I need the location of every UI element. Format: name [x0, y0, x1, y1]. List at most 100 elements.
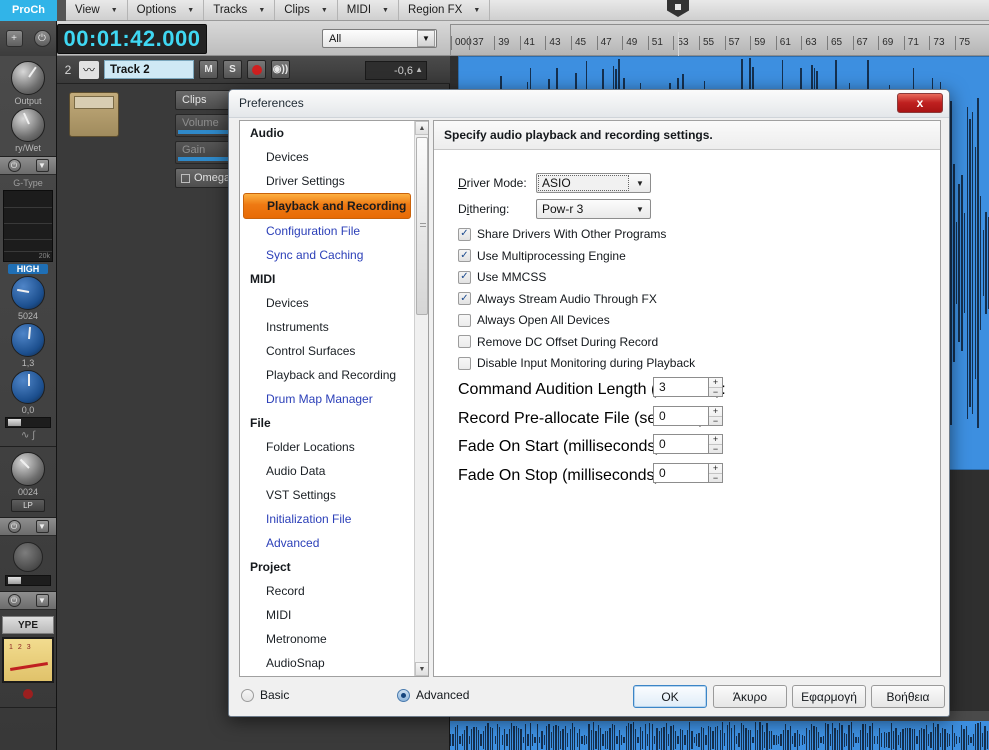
spinner-decrement-icon[interactable]: −: [709, 473, 722, 483]
solo-button[interactable]: S: [223, 60, 242, 79]
driver-mode-combo[interactable]: ASIO ▼: [536, 173, 651, 193]
spinner-input[interactable]: 3: [653, 377, 708, 397]
chevron-down-icon[interactable]: ▼: [630, 200, 650, 218]
apply-button[interactable]: Εφαρμογή: [792, 685, 866, 708]
spinner-input[interactable]: 0: [653, 434, 708, 454]
advanced-radio[interactable]: [397, 688, 410, 702]
tree-item-record[interactable]: Record: [240, 579, 414, 603]
spinner[interactable]: 0 + −: [653, 405, 723, 426]
spinner[interactable]: 0 + −: [653, 462, 723, 483]
tube-power-icon[interactable]: ⏻: [7, 520, 21, 533]
spinner-buttons[interactable]: + −: [708, 377, 723, 397]
eq-menu-icon[interactable]: ▼: [35, 159, 49, 172]
scroll-down-icon[interactable]: ▼: [415, 662, 428, 676]
checkbox-row[interactable]: ✓ Always Stream Audio Through FX: [458, 292, 657, 306]
console-power-icon[interactable]: ⏻: [7, 594, 21, 607]
chevron-down-icon[interactable]: ▼: [321, 7, 328, 14]
filter-lp-button[interactable]: LP: [11, 499, 45, 512]
filter-freq-knob[interactable]: [11, 452, 45, 486]
checkbox-checked-icon[interactable]: ✓: [458, 249, 471, 262]
checkbox-row[interactable]: ✓ Use Multiprocessing Engine: [458, 249, 626, 263]
console-menu-icon[interactable]: ▼: [35, 594, 49, 607]
tree-item-playback-and-recording[interactable]: Playback and Recording: [240, 363, 414, 387]
tree-item-midi[interactable]: MIDI: [240, 603, 414, 627]
tree-item-devices[interactable]: Devices: [240, 145, 414, 169]
tree-item-audiosnap[interactable]: AudioSnap: [240, 651, 414, 675]
spinner-increment-icon[interactable]: +: [709, 406, 722, 417]
spinner-decrement-icon[interactable]: −: [709, 416, 722, 426]
spinner[interactable]: 3 + −: [653, 377, 723, 397]
chevron-down-icon[interactable]: ▼: [417, 30, 435, 47]
chevron-down-icon[interactable]: ▼: [630, 174, 650, 192]
timeline-ruler[interactable]: 000 37 39 41 43 45 47 49 51 53 55 57 59 61 63 65 67 69 71 7…: [450, 24, 989, 56]
output-knob[interactable]: [11, 61, 45, 95]
spinner-decrement-icon[interactable]: −: [709, 445, 722, 454]
eq-shape-slider[interactable]: [5, 417, 51, 428]
prochannel-tab[interactable]: ProCh: [0, 0, 57, 21]
cancel-button[interactable]: Άκυρο: [713, 685, 787, 708]
tree-item-devices[interactable]: Devices: [240, 291, 414, 315]
spinner-input[interactable]: 0: [653, 405, 708, 426]
checkbox-row[interactable]: ✓ Use MMCSS: [458, 270, 546, 284]
tree-item-vst-settings[interactable]: VST Settings: [240, 483, 414, 507]
advanced-radio-row[interactable]: Advanced: [397, 688, 469, 702]
tree-item-metronome[interactable]: Metronome: [240, 627, 414, 651]
mute-button[interactable]: M: [199, 60, 218, 79]
menu-options[interactable]: Options ▼: [128, 0, 205, 20]
checkbox-unchecked-icon[interactable]: [458, 335, 471, 348]
record-arm-button[interactable]: [247, 60, 266, 79]
tree-scrollbar[interactable]: ▲ ▼: [414, 121, 428, 676]
tree-item-configuration-file[interactable]: Configuration File: [240, 219, 414, 243]
tree-item-initialization-file[interactable]: Initialization File: [240, 507, 414, 531]
tube-drive-slider[interactable]: [5, 575, 51, 586]
spinner-increment-icon[interactable]: +: [709, 463, 722, 474]
tree-item-advanced[interactable]: Advanced: [240, 531, 414, 555]
eq-curve-display[interactable]: 20k: [3, 190, 53, 262]
track-name-field[interactable]: Track 2: [104, 60, 194, 79]
spinner-input[interactable]: 0: [653, 462, 708, 483]
add-module-icon[interactable]: +: [5, 30, 23, 47]
fx-enable-icon[interactable]: [181, 173, 190, 183]
checkbox-checked-icon[interactable]: ✓: [458, 292, 471, 305]
gain-spinner-icon[interactable]: ▲: [415, 65, 423, 74]
spinner-buttons[interactable]: + −: [708, 434, 723, 454]
eq-high-q-knob[interactable]: [11, 323, 45, 357]
ok-button[interactable]: OK: [633, 685, 707, 708]
chevron-down-icon[interactable]: ▼: [258, 7, 265, 14]
tree-item-sync-and-caching[interactable]: Sync and Caching: [240, 243, 414, 267]
close-icon[interactable]: x: [897, 93, 943, 113]
dialog-titlebar[interactable]: Preferences x: [229, 90, 949, 118]
basic-radio-row[interactable]: Basic: [241, 688, 289, 702]
checkbox-row[interactable]: Disable Input Monitoring during Playback: [458, 356, 695, 370]
checkbox-row[interactable]: ✓ Share Drivers With Other Programs: [458, 227, 666, 241]
tree-item-control-surfaces[interactable]: Control Surfaces: [240, 339, 414, 363]
menu-view[interactable]: View ▼: [66, 0, 128, 20]
help-button[interactable]: Βοήθεια: [871, 685, 945, 708]
eq-band-high-tag[interactable]: HIGH: [8, 264, 48, 274]
waveform-icon[interactable]: 〰: [79, 60, 99, 79]
time-display[interactable]: 00:01:42.000: [57, 24, 207, 54]
tree-item-playback-and-recording[interactable]: Playback and Recording: [243, 193, 411, 219]
checkbox-checked-icon[interactable]: ✓: [458, 227, 471, 241]
checkbox-checked-icon[interactable]: ✓: [458, 270, 471, 284]
menu-midi[interactable]: MIDI ▼: [338, 0, 399, 20]
tube-menu-icon[interactable]: ▼: [35, 520, 49, 533]
power-icon[interactable]: ⏻: [33, 30, 51, 47]
tree-item-folder-locations[interactable]: Folder Locations: [240, 435, 414, 459]
checkbox-row[interactable]: Always Open All Devices: [458, 313, 610, 327]
eq-high-gain-knob[interactable]: [11, 276, 45, 310]
eq-mid-gain-knob[interactable]: [11, 370, 45, 404]
tree-item-drum-map-manager[interactable]: Drum Map Manager: [240, 387, 414, 411]
checkbox-row[interactable]: Remove DC Offset During Record: [458, 335, 658, 349]
menu-clips[interactable]: Clips ▼: [275, 0, 338, 20]
chevron-down-icon[interactable]: ▼: [382, 7, 389, 14]
tree-item-driver-settings[interactable]: Driver Settings: [240, 169, 414, 193]
dithering-combo[interactable]: Pow-r 3 ▼: [536, 199, 651, 219]
scroll-up-icon[interactable]: ▲: [415, 121, 428, 135]
spinner-buttons[interactable]: + −: [708, 405, 723, 426]
chevron-down-icon[interactable]: ▼: [111, 7, 118, 14]
menu-tracks[interactable]: Tracks ▼: [204, 0, 276, 20]
chevron-down-icon[interactable]: ▼: [187, 7, 194, 14]
tube-icon[interactable]: [13, 542, 43, 572]
chevron-down-icon[interactable]: ▼: [473, 7, 480, 14]
